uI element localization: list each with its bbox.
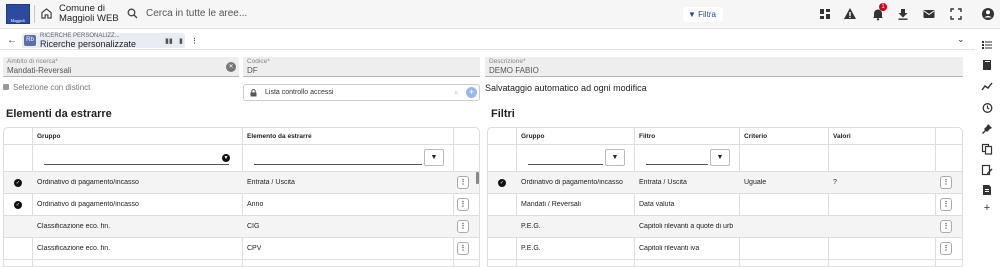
more-vert-icon[interactable]: ⋮ bbox=[457, 198, 469, 211]
app-name: Comune di Maggioli WEB bbox=[59, 3, 119, 24]
table-row[interactable]: Mandati / Reversali Data valuta ⋮ bbox=[488, 194, 962, 216]
filtro-filter-input[interactable] bbox=[646, 153, 708, 165]
col-elemento[interactable]: Elemento da estrarre bbox=[247, 133, 312, 140]
back-arrow-icon[interactable]: ← bbox=[7, 35, 17, 46]
gruppo-filter-input[interactable]: ▼ bbox=[44, 153, 230, 165]
global-search[interactable]: Cerca in tutte le aree... ▼ Filtra bbox=[121, 3, 725, 25]
codice-field[interactable]: Codice* DF bbox=[243, 57, 480, 77]
distinct-label: Selezione con distinct bbox=[13, 83, 91, 92]
descrizione-value: DEMO FABIO bbox=[489, 66, 539, 75]
book-icon[interactable] bbox=[981, 59, 993, 71]
maggioli-logo[interactable]: Maggioli bbox=[6, 4, 30, 24]
ambito-field[interactable]: Ambito di ricerca* Mandati-Reversali ✕ bbox=[3, 57, 239, 77]
codice-label: Codice bbox=[247, 58, 268, 65]
col-filtro[interactable]: Filtro bbox=[639, 133, 655, 140]
table-row[interactable]: ✓ Ordinativo di pagamento/incasso Anno ⋮ bbox=[4, 194, 479, 216]
lock-icon bbox=[250, 89, 257, 97]
account-icon[interactable] bbox=[981, 7, 995, 21]
export-icon[interactable] bbox=[981, 184, 993, 196]
more-vert-icon[interactable]: ⋮ bbox=[457, 242, 469, 255]
ricerche-icon: Rb bbox=[24, 35, 36, 46]
copy-icon[interactable] bbox=[981, 143, 993, 155]
lista-controllo-accessi-field[interactable]: Lista controllo accessi ⌕ + bbox=[243, 84, 480, 101]
descrizione-label: Descrizione bbox=[489, 58, 523, 65]
filter-icon[interactable]: ▼ bbox=[710, 149, 730, 166]
filter-icon[interactable]: ▼ bbox=[424, 149, 444, 166]
check-icon: ✓ bbox=[498, 179, 506, 187]
home-icon[interactable] bbox=[41, 8, 52, 19]
search-input[interactable]: Cerca in tutte le aree... bbox=[146, 8, 247, 19]
more-vert-icon[interactable]: ⋮ bbox=[457, 176, 469, 189]
tab-title: Ricerche personalizzate bbox=[40, 39, 137, 49]
lista-label: Lista controllo accessi bbox=[265, 89, 334, 96]
table-row[interactable]: ✓ Ordinativo di pagamento/incasso Entrat… bbox=[488, 172, 962, 194]
col-gruppo[interactable]: Gruppo bbox=[521, 133, 544, 140]
tab-bar: ← Rb RICERCHE PERSONALIZZ... Ricerche pe… bbox=[0, 30, 975, 50]
more-vert-icon[interactable]: ⋮ bbox=[940, 220, 952, 233]
distinct-checkbox[interactable] bbox=[3, 84, 9, 90]
trend-icon[interactable] bbox=[981, 81, 993, 93]
right-sidebar: + bbox=[975, 29, 1000, 267]
edit-doc-icon[interactable] bbox=[981, 164, 993, 176]
search-icon bbox=[127, 8, 138, 19]
check-icon: ✓ bbox=[14, 201, 22, 209]
download-icon[interactable] bbox=[896, 7, 910, 21]
alert-icon[interactable] bbox=[843, 7, 857, 21]
filter-row: ▼ ▼ bbox=[488, 145, 962, 172]
col-criterio[interactable]: Criterio bbox=[744, 133, 767, 140]
list-icon[interactable] bbox=[981, 39, 993, 51]
check-icon: ✓ bbox=[14, 179, 22, 187]
more-vert-icon[interactable]: ⋮ bbox=[191, 37, 198, 45]
codice-value: DF bbox=[247, 66, 258, 75]
add-icon[interactable]: + bbox=[466, 87, 477, 98]
table-row[interactable]: ✓ Ordinativo di pagamento/incasso Entrat… bbox=[4, 172, 479, 194]
mail-icon[interactable] bbox=[922, 7, 936, 21]
tab-ricerche-personalizzate[interactable]: Rb RICERCHE PERSONALIZZ... Ricerche pers… bbox=[22, 33, 198, 49]
chevron-down-icon[interactable]: ⌄ bbox=[957, 34, 965, 45]
dashboard-icon[interactable] bbox=[818, 7, 832, 21]
table-row[interactable]: P.E.G. Capitoli rilevanti a quote di urb… bbox=[488, 216, 962, 238]
table-row[interactable]: Classificazione eco. fin. CPV ⋮ bbox=[4, 238, 479, 260]
filtri-title: Filtri bbox=[491, 108, 515, 120]
filter-icon: ▼ bbox=[688, 10, 699, 19]
table-row[interactable]: Classificazione eco. fin. CIG ⋮ bbox=[4, 216, 479, 238]
more-vert-icon[interactable]: ⋮ bbox=[940, 198, 952, 211]
elementi-table: Gruppo Elemento da estrarre ▼ ▼ ✓ Ordina… bbox=[3, 127, 480, 267]
notification-badge: 1 bbox=[879, 3, 887, 11]
dropdown-icon[interactable]: ▼ bbox=[222, 154, 230, 162]
elementi-title: Elementi da estrarre bbox=[6, 108, 112, 120]
filter-button[interactable]: ▼ Filtra bbox=[683, 7, 723, 22]
table-row[interactable]: P.E.G. Capitoli rilevanti iva ⋮ bbox=[488, 238, 962, 260]
filter-row: ▼ ▼ bbox=[4, 145, 479, 172]
table-header: Gruppo Elemento da estrarre bbox=[4, 128, 479, 145]
bookmark-icon[interactable]: ▮ bbox=[179, 37, 183, 45]
descrizione-field[interactable]: Descrizione* DEMO FABIO bbox=[485, 57, 963, 77]
more-vert-icon[interactable]: ⋮ bbox=[940, 176, 952, 189]
pin-icon[interactable] bbox=[981, 123, 993, 135]
plus-icon[interactable]: + bbox=[981, 202, 993, 214]
filter-icon[interactable]: ▼ bbox=[605, 149, 625, 166]
clear-icon[interactable]: ✕ bbox=[226, 62, 236, 72]
scrollbar[interactable] bbox=[476, 172, 479, 184]
more-vert-icon[interactable]: ⋮ bbox=[457, 220, 469, 233]
history-icon[interactable] bbox=[981, 102, 993, 114]
divider bbox=[34, 5, 35, 23]
ambito-value: Mandati-Reversali bbox=[7, 66, 72, 75]
col-gruppo[interactable]: Gruppo bbox=[37, 133, 60, 140]
table-header: Gruppo Filtro Criterio Valori bbox=[488, 128, 962, 145]
pin-tab-icon[interactable]: ▮▮ bbox=[165, 37, 173, 45]
top-bar: Maggioli Comune di Maggioli WEB Cerca in… bbox=[0, 0, 1000, 29]
search-icon[interactable]: ⌕ bbox=[454, 88, 458, 98]
autosave-text: Salvataggio automatico ad ogni modifica bbox=[485, 83, 647, 93]
col-valori[interactable]: Valori bbox=[833, 133, 851, 140]
elemento-filter-input[interactable] bbox=[254, 153, 422, 165]
filtri-table: Gruppo Filtro Criterio Valori ▼ ▼ ✓ Ordi… bbox=[487, 127, 963, 267]
ambito-label: Ambito di ricerca bbox=[7, 58, 56, 65]
gruppo-filter-input[interactable] bbox=[528, 153, 603, 165]
fullscreen-icon[interactable] bbox=[949, 7, 963, 21]
more-vert-icon[interactable]: ⋮ bbox=[940, 242, 952, 255]
